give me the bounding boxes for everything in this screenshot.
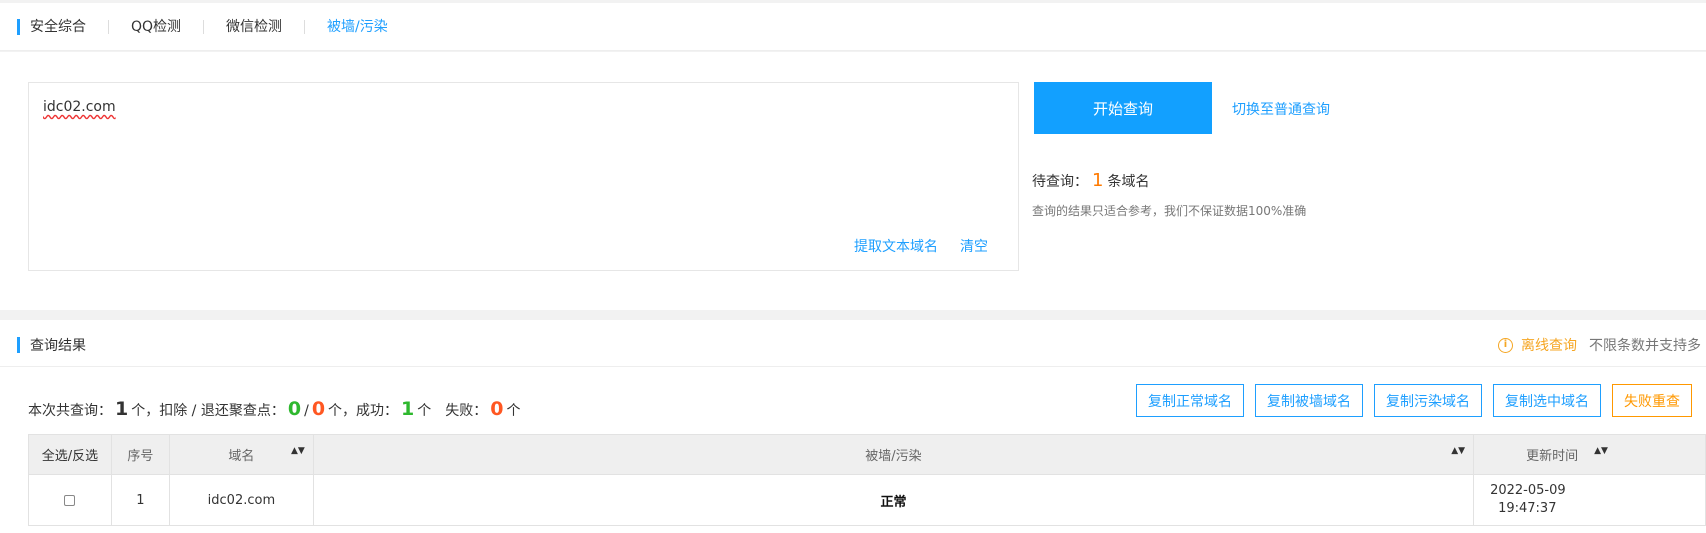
col-index: 序号: [110, 434, 170, 475]
results-title: 查询结果: [17, 335, 86, 355]
summary-fail-label: 个 失败：: [417, 403, 488, 419]
offline-query-desc: 不限条数并支持多: [1589, 338, 1701, 354]
summary-refund: 0: [311, 398, 326, 420]
pending-suffix: 条域名: [1107, 174, 1150, 190]
summary-total: 1: [115, 398, 129, 420]
pending-number: 1: [1092, 170, 1104, 191]
results-title-text: 查询结果: [30, 338, 86, 354]
col-select-all[interactable]: 全选/反选: [28, 434, 112, 475]
textarea-actions: 提取文本域名 清空: [854, 236, 988, 256]
row-domain: idc02.com: [168, 474, 314, 526]
table-header-row: 全选/反选 序号 域名 ▲▼ 被墙/污染 ▲▼ 更新时间 ▲▼: [28, 434, 1706, 475]
query-panel: idc02.com 提取文本域名 清空 开始查询 切换至普通查询 待查询： 1 条域…: [0, 52, 1706, 310]
sort-icon[interactable]: ▲▼: [1594, 447, 1608, 456]
summary-unit: 个: [506, 403, 521, 419]
tab-blocked-polluted[interactable]: 被墙/污染: [305, 20, 410, 34]
table-row: 1 idc02.com 正常 2022-05-09 19:47:37: [28, 474, 1706, 526]
domain-textarea-value: idc02.com: [43, 99, 116, 115]
results-header: 查询结果 i 离线查询 不限条数并支持多: [0, 320, 1706, 367]
tab-security-overview[interactable]: 安全综合: [30, 20, 109, 34]
summary-deduct-label: 个，扣除 / 退还聚查点：: [131, 403, 285, 419]
copy-selected-button[interactable]: 复制选中域名: [1493, 384, 1601, 417]
row-index: 1: [110, 474, 170, 526]
copy-normal-button[interactable]: 复制正常域名: [1136, 384, 1244, 417]
results-table: 全选/反选 序号 域名 ▲▼ 被墙/污染 ▲▼ 更新时间 ▲▼ 1 idc02.…: [28, 434, 1706, 526]
pending-prefix: 待查询：: [1032, 174, 1088, 190]
row-select-cell: [28, 474, 112, 526]
extract-domains-link[interactable]: 提取文本域名: [854, 236, 938, 256]
results-accent-bar: [17, 337, 20, 353]
offline-query-link[interactable]: 离线查询: [1521, 335, 1577, 355]
sort-icon[interactable]: ▲▼: [291, 447, 305, 456]
copy-polluted-button[interactable]: 复制污染域名: [1374, 384, 1482, 417]
query-summary: 本次共查询： 1 个，扣除 / 退还聚查点： 0 / 0 个，成功： 1 个 失…: [28, 398, 521, 420]
tab-wechat-check[interactable]: 微信检测: [204, 20, 306, 34]
info-icon: i: [1498, 337, 1513, 353]
col-domain[interactable]: 域名 ▲▼: [168, 434, 314, 475]
col-updated-label: 更新时间: [1526, 449, 1579, 464]
summary-success: 1: [401, 398, 415, 420]
summary-slash: /: [304, 403, 309, 419]
domain-textarea[interactable]: idc02.com 提取文本域名 清空: [28, 82, 1019, 271]
start-query-button[interactable]: 开始查询: [1034, 82, 1212, 134]
accuracy-note: 查询的结果只适合参考，我们不保证数据100%准确: [1032, 204, 1307, 218]
summary-prefix: 本次共查询：: [28, 403, 112, 419]
summary-deduct: 0: [287, 398, 302, 420]
copy-blocked-button[interactable]: 复制被墙域名: [1255, 384, 1363, 417]
pending-count: 待查询： 1 条域名: [1032, 170, 1149, 191]
col-status[interactable]: 被墙/污染 ▲▼: [312, 434, 1475, 475]
clear-link[interactable]: 清空: [960, 236, 988, 256]
offline-query: i 离线查询 不限条数并支持多: [1498, 335, 1701, 355]
summary-success-label: 个，成功：: [328, 403, 399, 419]
retry-failed-button[interactable]: 失败重查: [1612, 384, 1692, 417]
row-updated-date: 2022-05-09: [1490, 483, 1566, 498]
tab-qq-check[interactable]: QQ检测: [109, 20, 205, 34]
row-status: 正常: [312, 474, 1475, 526]
switch-normal-query-link[interactable]: 切换至普通查询: [1232, 99, 1330, 119]
tab-accent-bar: [17, 19, 20, 35]
row-checkbox[interactable]: [64, 494, 76, 506]
results-panel: 查询结果 i 离线查询 不限条数并支持多 本次共查询： 1 个，扣除 / 退还聚…: [0, 320, 1706, 533]
sort-icon[interactable]: ▲▼: [1451, 447, 1465, 456]
tab-bar: 安全综合 QQ检测 微信检测 被墙/污染: [17, 3, 410, 51]
col-status-label: 被墙/污染: [865, 449, 922, 464]
top-nav: 安全综合 QQ检测 微信检测 被墙/污染: [0, 3, 1706, 51]
copy-actions: 复制正常域名 复制被墙域名 复制污染域名 复制选中域名 失败重查: [1136, 384, 1692, 417]
row-updated-time: 19:47:37: [1498, 501, 1557, 516]
col-domain-label: 域名: [228, 449, 255, 464]
row-updated: 2022-05-09 19:47:37: [1473, 474, 1706, 526]
col-updated[interactable]: 更新时间 ▲▼: [1473, 434, 1706, 475]
summary-fail: 0: [490, 398, 504, 420]
